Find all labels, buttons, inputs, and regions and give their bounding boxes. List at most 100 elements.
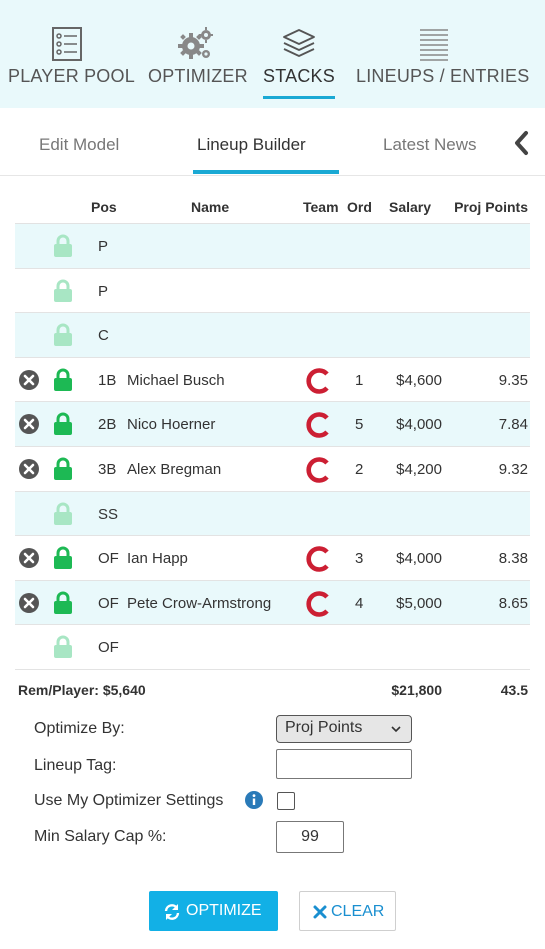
player-position: P [98,238,109,255]
player-proj-points: 9.35 [498,371,528,389]
totals-row: Rem/Player: $5,640 $21,800 43.5 [15,670,530,708]
nav-optimizer[interactable]: OPTIMIZER [148,0,248,108]
team-logo-icon [306,457,329,483]
nav-label-player-pool: PLAYER POOL [8,66,135,86]
chevron-down-icon [391,726,401,733]
lock-icon[interactable] [52,457,74,481]
team-logo-icon [306,546,329,572]
table-row: OF Pete Crow-Armstrong 4 $5,000 8.65 [15,580,530,626]
optimize-button-label: OPTIMIZE [186,902,262,919]
batting-order: 4 [355,594,364,612]
header-salary: Salary [389,199,432,215]
team-logo-icon [306,590,329,617]
lock-icon[interactable] [52,234,74,258]
player-salary: $4,000 [396,550,442,568]
header-name: Name [191,199,230,215]
lock-icon[interactable] [52,546,74,570]
player-position: OF [98,594,119,612]
player-list-icon [52,27,82,61]
clear-button[interactable]: CLEAR [299,891,396,931]
player-position: OF [98,550,119,568]
lock-icon[interactable] [52,502,74,526]
stack-layers-icon [283,29,315,57]
total-proj-points: 43.5 [500,681,528,698]
lock-icon[interactable] [52,635,74,659]
player-position: 1B [98,371,117,389]
gears-icon [178,27,213,59]
player-proj-points: 7.84 [498,416,528,434]
player-position: SS [98,505,119,523]
table-row: SS [15,491,530,537]
refresh-icon [164,904,180,920]
batting-order: 1 [355,371,364,389]
player-position: P [98,282,109,300]
clear-button-label: CLEAR [331,903,385,920]
player-salary: $5,000 [396,594,442,612]
nav-stacks[interactable]: STACKS [263,0,335,108]
table-body: P P C 1B Michael Busch 1 $4,600 9.35 2B Nico Hoer… [15,224,530,670]
chevron-left-icon[interactable] [511,130,533,156]
batting-order: 5 [355,416,364,434]
optimize-by-select[interactable]: Proj Points [276,715,412,743]
remove-player-icon[interactable] [18,547,40,569]
nav-lineups-entries[interactable]: LINEUPS / ENTRIES [356,0,530,108]
tab-edit-model[interactable]: Edit Model [39,135,119,155]
player-name[interactable]: Michael Busch [127,372,225,389]
nav-label-optimizer: OPTIMIZER [148,66,248,86]
tab-active-underline [193,170,339,174]
close-icon [313,905,327,919]
total-salary: $21,800 [391,681,442,698]
lineup-tag-input[interactable] [276,749,412,779]
lock-icon[interactable] [52,323,74,347]
nav-label-lineups-entries: LINEUPS / ENTRIES [356,66,530,86]
optimize-button[interactable]: OPTIMIZE [149,891,278,931]
player-salary: $4,000 [396,416,442,434]
player-proj-points: 8.65 [498,594,528,612]
batting-order: 2 [355,460,364,478]
table-row: P [15,269,530,314]
lock-icon[interactable] [52,412,74,436]
lock-icon[interactable] [52,279,74,303]
batting-order: 3 [355,550,364,568]
use-optimizer-settings-label: Use My Optimizer Settings [34,792,224,809]
player-position: 2B [98,416,117,434]
header-proj-points: Proj Points [454,199,528,215]
min-salary-cap-label: Min Salary Cap %: [34,828,167,845]
table-row: 2B Nico Hoerner 5 $4,000 7.84 [15,402,530,447]
player-position: OF [98,639,119,657]
table-row: OF [15,625,530,670]
lineup-tag-label: Lineup Tag: [34,757,117,774]
table-row: C [15,313,530,358]
player-name[interactable]: Alex Bregman [127,461,221,478]
player-name[interactable]: Nico Hoerner [127,416,215,433]
remove-player-icon[interactable] [18,458,40,480]
optimize-by-value: Proj Points [285,719,363,736]
player-name[interactable]: Pete Crow-Armstrong [127,595,271,612]
table-row: 1B Michael Busch 1 $4,600 9.35 [15,358,530,403]
nav-label-stacks: STACKS [263,66,335,86]
lock-icon[interactable] [52,591,74,615]
tab-latest-news[interactable]: Latest News [383,135,477,155]
nav-player-pool[interactable]: PLAYER POOL [8,0,135,108]
lineup-table: Pos Name Team Ord Salary Proj Points P P C… [15,186,530,708]
remaining-per-player: Rem/Player: $5,640 [18,681,146,698]
remove-player-icon[interactable] [18,413,40,435]
tab-lineup-builder[interactable]: Lineup Builder [197,135,306,155]
table-row: P [15,224,530,269]
team-logo-icon [306,412,329,439]
player-position: 3B [98,460,117,478]
player-name[interactable]: Ian Happ [127,550,188,567]
header-pos: Pos [91,199,117,215]
remove-player-icon[interactable] [18,369,40,391]
lock-icon[interactable] [52,368,74,392]
info-icon[interactable] [244,790,264,810]
remove-player-icon[interactable] [18,592,40,614]
min-salary-cap-input[interactable]: 99 [276,821,344,853]
use-optimizer-settings-checkbox[interactable] [277,792,295,810]
optimize-by-label: Optimize By: [34,720,125,737]
header-ord: Ord [347,199,372,215]
player-salary: $4,600 [396,371,442,389]
sub-tabs: Edit Model Lineup Builder Latest News [0,108,545,176]
player-position: C [98,327,109,345]
table-header: Pos Name Team Ord Salary Proj Points [15,186,530,224]
